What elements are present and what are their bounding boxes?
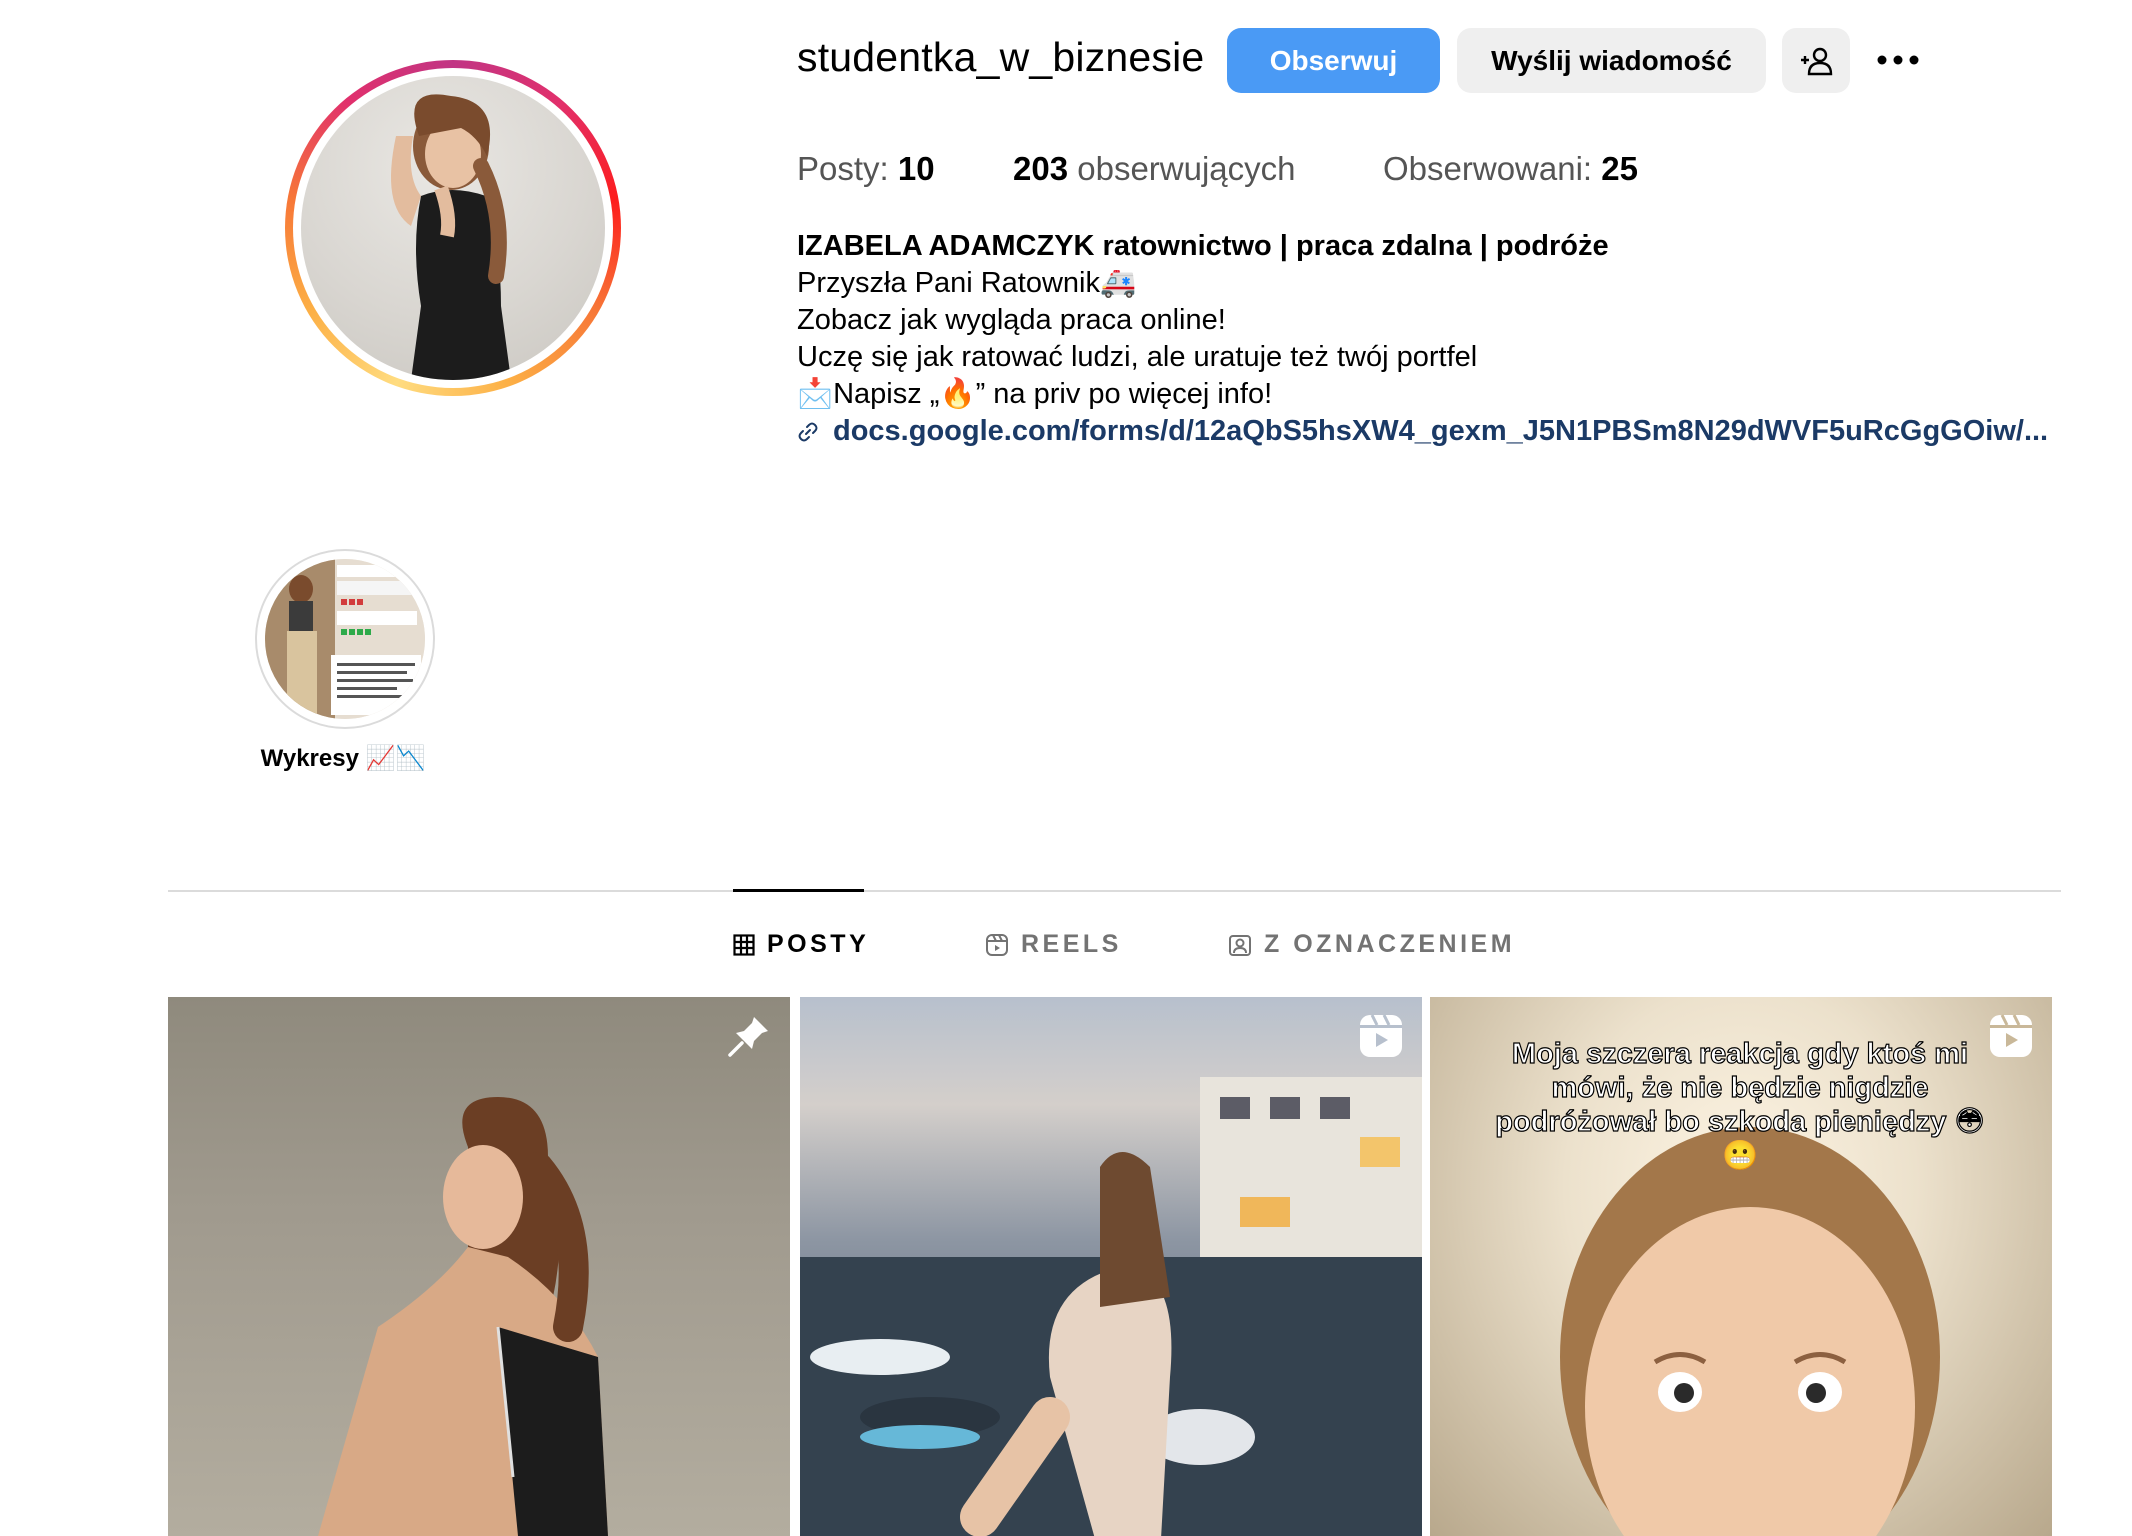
tagged-icon xyxy=(1229,934,1251,956)
pin-icon xyxy=(728,1017,768,1057)
reel-icon xyxy=(1990,1014,2032,1057)
avatar-photo-illustration xyxy=(391,94,511,380)
avatar[interactable] xyxy=(301,76,605,380)
send-message-button[interactable]: Wyślij wiadomość xyxy=(1457,28,1766,93)
tab-posts[interactable]: POSTY xyxy=(733,930,869,959)
highlight-cover-illustration xyxy=(265,559,425,719)
bio-line: Przyszła Pani Ratownik🚑 xyxy=(797,267,1137,299)
add-person-icon xyxy=(1801,47,1833,75)
bio-link-text: docs.google.com/forms/d/12aQbS5hsXW4_gex… xyxy=(833,415,2049,447)
post-caption-overlay: Moja szczera reakcja gdy ktoś mi mówi, ż… xyxy=(1495,1037,1986,1172)
bio-full-name: IZABELA ADAMCZYK ratownictwo | praca zda… xyxy=(797,230,1609,262)
followers-stat[interactable]: 203 obserwujących xyxy=(1013,150,1296,188)
tab-tagged[interactable]: Z OZNACZENIEM xyxy=(1228,930,1515,959)
grid-icon xyxy=(733,933,755,956)
following-stat[interactable]: Obserwowani: 25 xyxy=(1383,150,1638,188)
followers-label: obserwujących xyxy=(1077,150,1296,187)
profile-username: studentka_w_biznesie xyxy=(797,34,1205,80)
tab-label: REELS xyxy=(1021,930,1122,958)
posts-count-stat: Posty: 10 xyxy=(797,150,935,188)
tabs-divider xyxy=(168,890,2061,892)
followers-count: 203 xyxy=(1013,150,1069,187)
story-highlight[interactable] xyxy=(255,549,435,729)
post-photo-illustration xyxy=(318,1097,608,1536)
bio-line: Uczę się jak ratować ludzi, ale uratuje … xyxy=(797,341,1478,373)
story-highlight-label: Wykresy 📈📉 xyxy=(260,745,426,772)
post-tile[interactable] xyxy=(168,997,790,1536)
tab-reels[interactable]: REELS xyxy=(985,930,1122,959)
more-options-button[interactable] xyxy=(1872,36,1924,84)
profile-bio: IZABELA ADAMCZYK ratownictwo | praca zda… xyxy=(797,228,2077,450)
active-tab-indicator xyxy=(733,889,864,892)
more-options-icon xyxy=(1877,55,1919,65)
posts-label: Posty: xyxy=(797,150,889,187)
follow-button[interactable]: Obserwuj xyxy=(1227,28,1440,93)
following-count: 25 xyxy=(1601,150,1638,187)
story-highlight-cover xyxy=(265,559,425,719)
following-label: Obserwowani: xyxy=(1383,150,1593,187)
tab-label: Z OZNACZENIEM xyxy=(1264,930,1516,958)
bio-external-link[interactable]: docs.google.com/forms/d/12aQbS5hsXW4_gex… xyxy=(797,413,2077,450)
post-tile[interactable] xyxy=(800,997,1422,1536)
reels-icon xyxy=(986,933,1008,956)
suggested-accounts-button[interactable] xyxy=(1782,28,1850,93)
link-icon xyxy=(798,422,818,441)
posts-count: 10 xyxy=(897,150,935,187)
profile-avatar-story-ring[interactable] xyxy=(285,60,621,396)
tab-label: POSTY xyxy=(767,930,870,958)
post-photo-illustration xyxy=(800,1077,1422,1536)
bio-line: 📩Napisz „🔥” na priv po więcej info! xyxy=(797,378,1273,410)
reel-icon xyxy=(1360,1014,1402,1057)
bio-line: Zobacz jak wygląda praca online! xyxy=(797,304,1226,336)
post-tile[interactable]: Moja szczera reakcja gdy ktoś mi mówi, ż… xyxy=(1430,997,2052,1536)
